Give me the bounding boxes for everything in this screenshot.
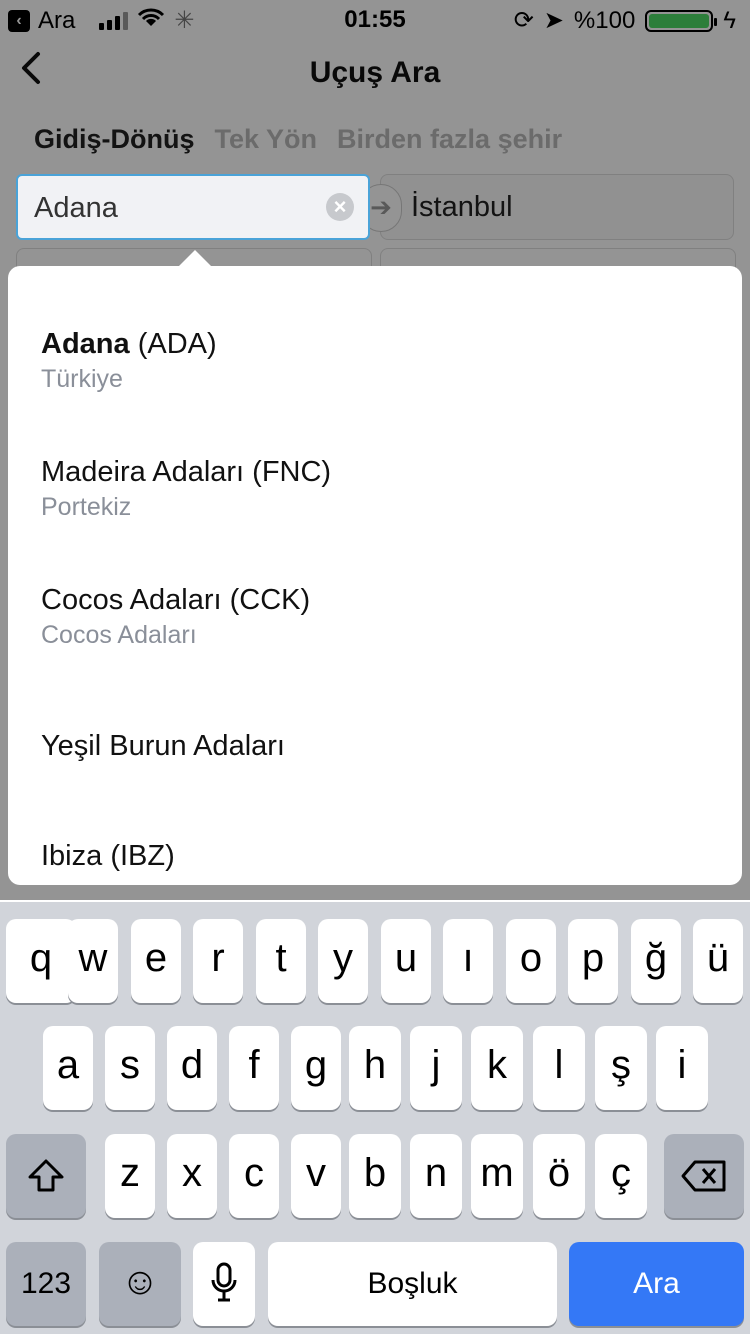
list-item[interactable]: Yeşil Burun Adaları [41, 728, 285, 764]
origin-search-input[interactable]: Adana × [16, 174, 370, 240]
list-item[interactable]: Ibiza (IBZ) [41, 838, 175, 874]
keyboard: q w e r t y u ı o p ğ ü a s d f g h j k … [0, 902, 750, 1334]
suggestion-name: Ibiza (IBZ) [41, 840, 175, 872]
key-t[interactable]: t [256, 919, 306, 1003]
suggestion-country: Portekiz [41, 493, 132, 521]
key-j[interactable]: j [410, 1026, 462, 1110]
emoji-icon: ☺ [120, 1261, 160, 1303]
app-root: ‹ Ara ✳ 01:55 ⟳ ➤ %100 ϟ Uçuş Ara Gidiş-… [0, 0, 750, 1334]
key-a[interactable]: a [43, 1026, 93, 1110]
key-s-cedilla[interactable]: ş [595, 1026, 647, 1110]
key-o[interactable]: o [506, 919, 556, 1003]
suggestion-country: Cocos Adaları [41, 621, 197, 649]
suggestion-name: (ADA) [129, 328, 217, 360]
suggestion-match: Adana [41, 328, 130, 360]
key-e[interactable]: e [131, 919, 181, 1003]
key-r[interactable]: r [193, 919, 243, 1003]
space-key[interactable]: Boşluk [268, 1242, 557, 1326]
key-s[interactable]: s [105, 1026, 155, 1110]
key-q[interactable]: q [6, 919, 76, 1003]
suggestion-name: Cocos Adaları (CCK) [41, 584, 311, 616]
delete-key[interactable] [664, 1134, 744, 1218]
search-key[interactable]: Ara [569, 1242, 744, 1326]
key-dotless-i[interactable]: ı [443, 919, 493, 1003]
key-g[interactable]: g [291, 1026, 341, 1110]
list-item[interactable]: Madeira Adaları (FNC) Portekiz [41, 454, 331, 524]
key-p[interactable]: p [568, 919, 618, 1003]
key-l[interactable]: l [533, 1026, 585, 1110]
key-k[interactable]: k [471, 1026, 523, 1110]
key-v[interactable]: v [291, 1134, 341, 1218]
suggestion-name: Yeşil Burun Adaları [41, 730, 285, 762]
key-h[interactable]: h [349, 1026, 401, 1110]
key-u-umlaut[interactable]: ü [693, 919, 743, 1003]
key-b[interactable]: b [349, 1134, 401, 1218]
shift-arrow-icon [28, 1159, 64, 1192]
popover-pointer [178, 250, 212, 267]
clear-icon[interactable]: × [326, 193, 354, 221]
microphone-icon [211, 1262, 237, 1302]
key-d[interactable]: d [167, 1026, 217, 1110]
numbers-key[interactable]: 123 [6, 1242, 86, 1326]
key-i[interactable]: i [656, 1026, 708, 1110]
key-c[interactable]: c [229, 1134, 279, 1218]
dictation-key[interactable] [193, 1242, 255, 1326]
key-o-umlaut[interactable]: ö [533, 1134, 585, 1218]
suggestion-name: Madeira Adaları (FNC) [41, 456, 332, 488]
key-z[interactable]: z [105, 1134, 155, 1218]
key-x[interactable]: x [167, 1134, 217, 1218]
key-w[interactable]: w [68, 919, 118, 1003]
suggestion-country: Türkiye [41, 365, 123, 393]
key-c-cedilla[interactable]: ç [595, 1134, 647, 1218]
emoji-key[interactable]: ☺ [99, 1242, 181, 1326]
list-item[interactable]: Cocos Adaları (CCK) Cocos Adaları [41, 582, 310, 652]
suggestion-list: Adana (ADA) Türkiye Madeira Adaları (FNC… [8, 266, 742, 885]
key-f[interactable]: f [229, 1026, 279, 1110]
key-y[interactable]: y [318, 919, 368, 1003]
key-n[interactable]: n [410, 1134, 462, 1218]
shift-key[interactable] [6, 1134, 86, 1218]
backspace-icon [681, 1160, 726, 1192]
list-item[interactable]: Adana (ADA) Türkiye [41, 326, 217, 396]
origin-search-value: Adana [34, 192, 118, 224]
key-m[interactable]: m [471, 1134, 523, 1218]
key-u[interactable]: u [381, 919, 431, 1003]
key-g-breve[interactable]: ğ [631, 919, 681, 1003]
